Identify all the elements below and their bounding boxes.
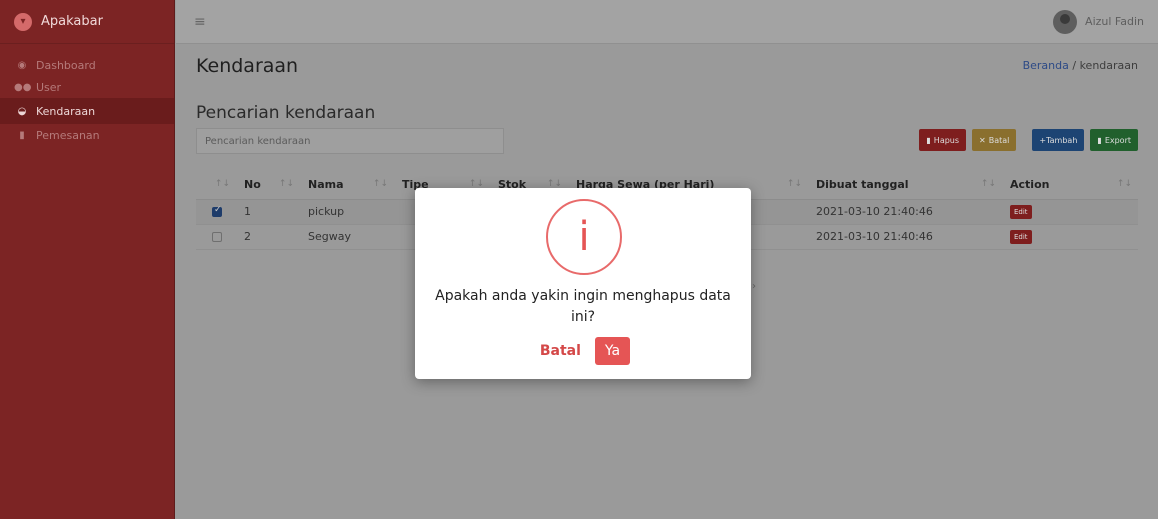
tambah-button[interactable]: +Tambah [1032, 129, 1085, 151]
column-label: Action [1010, 178, 1050, 192]
dialog-message: Apakah anda yakin ingin menghapus data i… [435, 288, 731, 325]
brand[interactable]: ▾ Apakabar [0, 0, 174, 44]
breadcrumb-home[interactable]: Beranda [1023, 59, 1069, 72]
cell-nama: pickup [300, 199, 394, 225]
edit-button[interactable]: Edit [1010, 205, 1032, 219]
dialog-actions: Batal Ya [415, 337, 751, 365]
palette-icon: ◉ [17, 59, 27, 71]
hapus-label: Hapus [933, 135, 960, 145]
sort-icon: ↑↓ [1116, 179, 1132, 189]
sort-icon: ↑↓ [980, 179, 996, 189]
car-icon: ◒ [17, 105, 27, 117]
sidebar: ▾ Apakabar ◉ Dashboard ●● User ◒ Kendara… [0, 0, 175, 519]
edit-button[interactable]: Edit [1010, 230, 1032, 244]
hapus-button[interactable]: ▮ Hapus [919, 129, 967, 151]
user-name: Aizul Fadin [1085, 15, 1144, 28]
trash-icon: ▮ [926, 135, 931, 145]
apakabar-logo-icon: ▾ [14, 12, 32, 31]
export-label: Export [1104, 135, 1131, 145]
avatar [1053, 9, 1078, 34]
confirm-delete-dialog: i Apakah anda yakin ingin menghapus data… [415, 188, 751, 379]
users-icon: ●● [14, 81, 32, 93]
sidebar-item-label: Kendaraan [36, 104, 96, 118]
sidebar-item-pemesanan[interactable]: ▮ Pemesanan [0, 124, 174, 146]
confirm-button[interactable]: Ya [594, 337, 631, 365]
sort-icon: ↑↓ [786, 179, 802, 189]
sort-icon: ↑↓ [372, 179, 388, 189]
hamburger-icon[interactable]: ≡ [194, 14, 206, 30]
brand-name: Apakabar [41, 14, 103, 29]
cell-dibuat: 2021-03-10 21:40:46 [808, 199, 1002, 225]
column-label: Dibuat tanggal [816, 178, 909, 192]
search-input[interactable] [196, 128, 504, 154]
sidebar-item-label: Pemesanan [36, 128, 100, 142]
cell-no: 1 [236, 199, 300, 225]
sidebar-item-label: Dashboard [36, 58, 96, 72]
clipboard-icon: ▮ [19, 129, 25, 141]
breadcrumb-separator: / [1072, 59, 1077, 72]
column-header-action[interactable]: Action ↑↓ [1002, 171, 1138, 200]
toolbar: ▮ Hapus ✕ Batal +Tambah ▮ Export [919, 129, 1138, 151]
sidebar-item-user[interactable]: ●● User [0, 76, 174, 98]
sidebar-item-kendaraan[interactable]: ◒ Kendaraan [0, 98, 174, 124]
cell-nama: Segway [300, 224, 394, 250]
user-menu[interactable]: Aizul Fadin [1053, 9, 1144, 34]
cancel-button[interactable]: Batal [536, 339, 585, 363]
cell-dibuat: 2021-03-10 21:40:46 [808, 224, 1002, 250]
close-icon: ✕ [979, 135, 986, 145]
sort-icon: ↑↓ [214, 179, 230, 189]
select-column-header[interactable]: ↑↓ [196, 171, 236, 200]
tambah-label: +Tambah [1039, 135, 1078, 145]
sidebar-nav: ◉ Dashboard ●● User ◒ Kendaraan ▮ Pemesa… [0, 44, 174, 146]
batal-label: Batal [988, 135, 1010, 145]
column-label: Nama [308, 178, 344, 192]
batal-button[interactable]: ✕ Batal [972, 129, 1017, 151]
export-button[interactable]: ▮ Export [1090, 129, 1138, 151]
file-icon: ▮ [1097, 135, 1102, 145]
breadcrumb-current: kendaraan [1079, 59, 1138, 72]
row-checkbox[interactable] [212, 232, 222, 242]
column-header-no[interactable]: No ↑↓ [236, 171, 300, 200]
page-title: Kendaraan [196, 55, 299, 77]
column-header-nama[interactable]: Nama ↑↓ [300, 171, 394, 200]
sidebar-item-label: User [36, 80, 62, 94]
topbar: ≡ Aizul Fadin [176, 0, 1158, 44]
info-icon: i [546, 199, 622, 275]
section-title: Pencarian kendaraan [196, 103, 376, 123]
row-checkbox[interactable] [212, 205, 222, 217]
cell-no: 2 [236, 224, 300, 250]
breadcrumb: Beranda / kendaraan [1023, 59, 1138, 72]
column-label: No [244, 178, 261, 192]
chevron-right-icon[interactable]: › [752, 281, 756, 292]
column-header-dibuat[interactable]: Dibuat tanggal ↑↓ [808, 171, 1002, 200]
sort-icon: ↑↓ [278, 179, 294, 189]
sidebar-item-dashboard[interactable]: ◉ Dashboard [0, 54, 174, 76]
